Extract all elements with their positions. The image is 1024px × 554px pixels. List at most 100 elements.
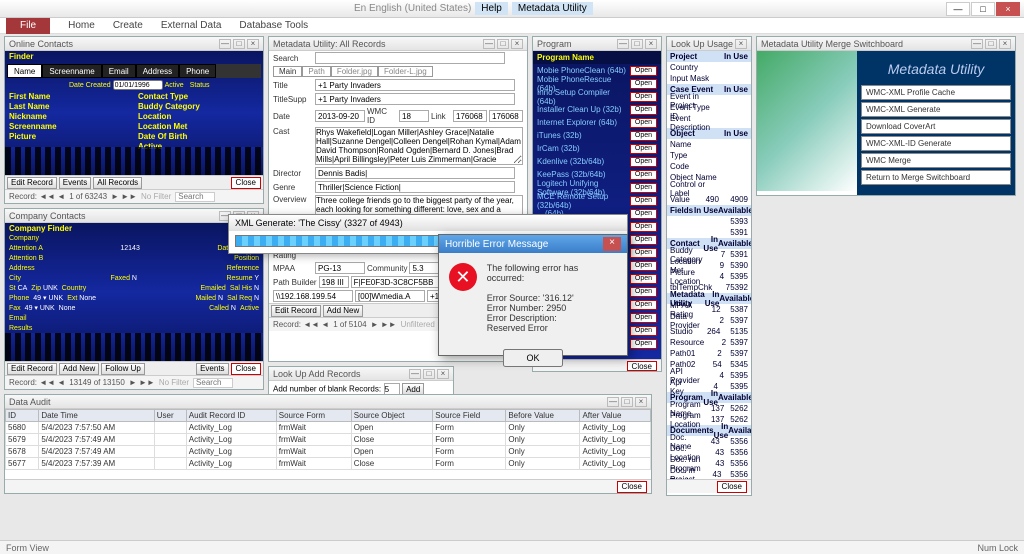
close-button[interactable]: Close bbox=[231, 363, 261, 375]
add-new-button[interactable]: Add New bbox=[59, 363, 99, 375]
open-button[interactable]: Open bbox=[630, 144, 657, 154]
open-button[interactable]: Open bbox=[630, 79, 657, 89]
status-bar: Form View Num Lock bbox=[0, 540, 1024, 554]
open-button[interactable]: Open bbox=[630, 313, 657, 323]
open-button[interactable]: Open bbox=[630, 183, 657, 193]
open-button[interactable]: Open bbox=[630, 118, 657, 128]
open-button[interactable]: Open bbox=[630, 170, 657, 180]
pane-min-icon[interactable]: — bbox=[483, 39, 495, 49]
genre-input[interactable] bbox=[315, 181, 515, 193]
ribbon-tab-external[interactable]: External Data bbox=[161, 20, 222, 31]
finder-title: Finder bbox=[5, 51, 263, 62]
program-name: Kdenlive (32b/64b) bbox=[537, 157, 604, 166]
pane-min-icon[interactable]: — bbox=[219, 39, 231, 49]
swb-btn-2[interactable]: Download CoverArt bbox=[861, 119, 1011, 134]
swb-btn-3[interactable]: WMC-XML-ID Generate bbox=[861, 136, 1011, 151]
pane-switchboard: Metadata Utility Merge Switchboard—□× Me… bbox=[756, 36, 1016, 196]
tab-email[interactable]: Email bbox=[102, 64, 136, 78]
open-button[interactable]: Open bbox=[630, 274, 657, 284]
close-button[interactable]: × bbox=[996, 2, 1020, 16]
minimize-button[interactable]: — bbox=[946, 2, 970, 16]
pane-max-icon[interactable]: □ bbox=[233, 39, 245, 49]
events-button[interactable]: Events bbox=[196, 363, 228, 375]
table-row[interactable]: 56785/4/2023 7:57:49 AMActivity_LogfrmWa… bbox=[6, 446, 651, 458]
title-caption: En English (United States) bbox=[354, 3, 471, 14]
tab-main[interactable]: Main bbox=[273, 66, 302, 77]
title-input[interactable] bbox=[315, 79, 515, 91]
pane-title: Company Contacts bbox=[9, 211, 86, 221]
ok-button[interactable]: OK bbox=[503, 349, 563, 367]
open-button[interactable]: Open bbox=[630, 287, 657, 297]
tab-screenname[interactable]: Screenname bbox=[42, 64, 101, 78]
open-button[interactable]: Open bbox=[630, 157, 657, 167]
error-icon: ✕ bbox=[449, 263, 477, 291]
swb-btn-0[interactable]: WMC-XML Profile Cache bbox=[861, 85, 1011, 100]
open-button[interactable]: Open bbox=[630, 339, 657, 349]
open-button[interactable]: Open bbox=[630, 66, 657, 76]
tab-path[interactable]: Path bbox=[302, 66, 330, 77]
program-name: IrCam (32b) bbox=[537, 144, 580, 153]
ribbon-tab-dbtools[interactable]: Database Tools bbox=[239, 20, 308, 31]
director-input[interactable] bbox=[315, 167, 515, 179]
open-button[interactable]: Open bbox=[630, 235, 657, 245]
title-help[interactable]: Help bbox=[475, 2, 508, 15]
table-row[interactable]: 56805/4/2023 7:57:50 AMActivity_LogfrmWa… bbox=[6, 422, 651, 434]
pane-title: Online Contacts bbox=[9, 39, 73, 49]
tab-phone[interactable]: Phone bbox=[179, 64, 216, 78]
close-button[interactable]: Close bbox=[231, 177, 261, 189]
title-app: Metadata Utility bbox=[512, 2, 593, 15]
open-button[interactable]: Open bbox=[630, 209, 657, 219]
edit-record-button[interactable]: Edit Record bbox=[7, 177, 57, 189]
pane-lookup-usage: Look Up Usage× ProjectIn UseCountryInput… bbox=[666, 36, 752, 496]
swb-btn-4[interactable]: WMC Merge bbox=[861, 153, 1011, 168]
open-button[interactable]: Open bbox=[630, 105, 657, 115]
search-input[interactable] bbox=[315, 52, 505, 64]
date-created-input[interactable] bbox=[113, 80, 163, 90]
swb-btn-1[interactable]: WMC-XML Generate bbox=[861, 102, 1011, 117]
pane-close-icon[interactable]: × bbox=[247, 39, 259, 49]
switchboard-title: Metadata Utility bbox=[861, 55, 1011, 83]
close-button[interactable]: Close bbox=[617, 481, 647, 493]
close-button[interactable]: Close bbox=[717, 481, 747, 493]
pane-max-icon[interactable]: □ bbox=[497, 39, 509, 49]
wmcid-input[interactable] bbox=[399, 110, 429, 122]
tab-folderl[interactable]: Folder-L.jpg bbox=[378, 66, 433, 77]
search-input[interactable] bbox=[175, 192, 215, 202]
company-finder-title: Company Finder bbox=[5, 223, 263, 234]
pane-title: Metadata Utility: All Records bbox=[273, 39, 386, 49]
ribbon: File Home Create External Data Database … bbox=[0, 18, 1024, 34]
events-button[interactable]: Events bbox=[59, 177, 91, 189]
follow-up-button[interactable]: Follow Up bbox=[101, 363, 145, 375]
cast-input[interactable] bbox=[315, 127, 523, 165]
edit-record-button[interactable]: Edit Record bbox=[7, 363, 57, 375]
audit-grid: IDDate TimeUserAudit Record IDSource For… bbox=[5, 409, 651, 470]
open-button[interactable]: Open bbox=[630, 261, 657, 271]
add-new-button[interactable]: Add New bbox=[323, 305, 363, 317]
ribbon-tab-home[interactable]: Home bbox=[68, 20, 95, 31]
maximize-button[interactable]: □ bbox=[971, 2, 995, 16]
table-row[interactable]: 56775/4/2023 7:57:39 AMActivity_LogfrmWa… bbox=[6, 458, 651, 470]
all-records-button[interactable]: All Records bbox=[93, 177, 142, 189]
open-button[interactable]: Open bbox=[630, 92, 657, 102]
program-name: iTunes (32b) bbox=[537, 131, 582, 140]
open-button[interactable]: Open bbox=[630, 248, 657, 258]
pane-close-icon[interactable]: × bbox=[511, 39, 523, 49]
ribbon-tab-create[interactable]: Create bbox=[113, 20, 143, 31]
swb-btn-5[interactable]: Return to Merge Switchboard bbox=[861, 170, 1011, 185]
open-button[interactable]: Open bbox=[630, 222, 657, 232]
tab-name[interactable]: Name bbox=[7, 64, 42, 78]
close-icon[interactable]: × bbox=[603, 237, 621, 251]
open-button[interactable]: Open bbox=[630, 131, 657, 141]
edit-record-button[interactable]: Edit Record bbox=[271, 305, 321, 317]
close-button[interactable]: Close bbox=[627, 361, 657, 371]
titlesupp-input[interactable] bbox=[315, 93, 515, 105]
table-row[interactable]: 56795/4/2023 7:57:49 AMActivity_LogfrmWa… bbox=[6, 434, 651, 446]
open-button[interactable]: Open bbox=[630, 326, 657, 336]
search-input[interactable] bbox=[193, 378, 233, 388]
date-input[interactable] bbox=[315, 110, 365, 122]
tab-address[interactable]: Address bbox=[136, 64, 179, 78]
open-button[interactable]: Open bbox=[630, 300, 657, 310]
open-button[interactable]: Open bbox=[630, 196, 657, 206]
tab-folder[interactable]: Folder.jpg bbox=[331, 66, 378, 77]
ribbon-tab-file[interactable]: File bbox=[6, 18, 50, 34]
